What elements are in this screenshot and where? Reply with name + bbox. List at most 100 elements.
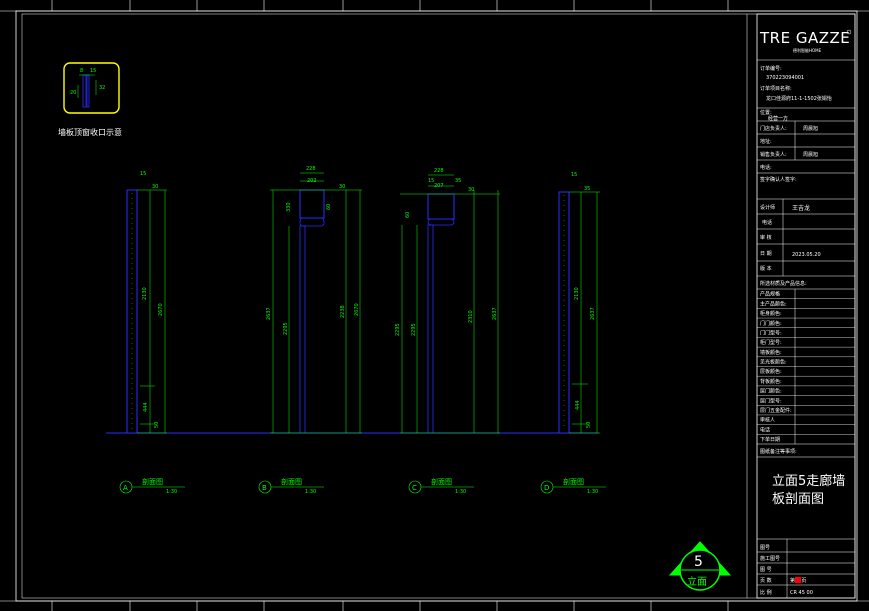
caption-a-title: 剖面图	[142, 477, 163, 486]
logo-text: TRE GAZZE	[759, 29, 850, 47]
caption-b-scale: 1:30	[305, 489, 316, 495]
material-label: 墙板颜色:	[760, 349, 782, 356]
material-label: 产品规格	[760, 291, 780, 298]
elevation-marker: 5 立面	[668, 541, 732, 591]
dim-c-228: 228	[434, 168, 444, 174]
caption-a-letter: A	[123, 484, 128, 492]
dim-d-444: 444	[575, 400, 581, 410]
phone2-label: 电话	[762, 219, 772, 226]
detail-dim-1: 8	[80, 68, 83, 74]
dim-b-228: 228	[306, 166, 316, 172]
dim-b-2238: 2238	[340, 305, 346, 318]
review-label: 审 核	[760, 234, 772, 241]
project-label: 订单项目名称:	[760, 85, 792, 92]
dim-b-2670: 2670	[354, 303, 360, 316]
bottom-label-1: 图号	[760, 545, 770, 551]
client-label: 经营一方	[768, 115, 788, 122]
dim-a-2670: 2670	[158, 303, 164, 316]
caption-d-title: 剖面图	[563, 477, 584, 486]
dim-c-15: 15	[428, 178, 434, 184]
material-label: 审核人	[760, 417, 775, 424]
inner-frame	[21, 13, 856, 599]
section-a: 15 30 2130 2670 444 50	[126, 171, 167, 434]
project-value: 龙口佳源府11-1-1502张娟怡	[766, 95, 832, 102]
sheet-label: 页 数	[760, 577, 772, 584]
caption-b-letter: B	[262, 484, 267, 492]
drawing-title-line1: 立面5走廊墙	[772, 473, 845, 489]
elevation-marker-number: 5	[694, 554, 703, 570]
elevation-marker-label: 立面	[687, 575, 707, 588]
material-label: 背板颜色:	[760, 378, 782, 385]
dim-c-2295a: 2295	[395, 323, 401, 336]
section-caption-a: A 剖面图 1:30	[119, 477, 185, 495]
material-rows	[757, 298, 855, 435]
material-label: 柜身颜色:	[760, 310, 782, 317]
dim-c-60: 60	[405, 212, 411, 218]
caption-c-letter: C	[412, 484, 417, 492]
post-b	[299, 225, 306, 434]
store-label: 门店负责人:	[760, 125, 787, 132]
designer-value: 王吉龙	[792, 204, 810, 212]
caption-c-scale: 1:30	[455, 489, 466, 495]
dim-c-2295b: 2295	[411, 323, 417, 336]
order-no-value: 370223094001	[766, 75, 804, 81]
header-box-b	[299, 189, 325, 219]
dim-a-444: 444	[143, 402, 149, 412]
title-block: TRE GAZZE 德利智能HOME 订单编号: 370223094001 订单…	[746, 13, 856, 599]
dim-d-35: 35	[584, 186, 590, 192]
material-label: 主产品颜色:	[760, 300, 787, 307]
header-cap-b	[299, 217, 325, 227]
caption-b-title: 剖面图	[281, 477, 302, 486]
address-label: 地址:	[760, 138, 772, 145]
dim-b-2295: 2295	[283, 322, 289, 335]
drawing-frame	[15, 10, 858, 602]
header-cap-c	[427, 218, 455, 226]
date-value: 2023.05.20	[792, 252, 821, 258]
post-c	[427, 224, 434, 434]
dim-a-50: 50	[154, 422, 160, 428]
sheet-number-highlight	[795, 577, 801, 583]
dim-d-15: 15	[571, 172, 577, 178]
version-label: 版 本	[760, 265, 772, 272]
dim-b-60: 60	[326, 204, 332, 210]
location-label: 位置:	[760, 109, 772, 116]
detail-inset: 8 15 20 32 墙板顶窗收口示意	[58, 62, 122, 137]
logo-subtitle: 德利智能HOME	[793, 47, 822, 53]
dim-d-2130: 2130	[574, 287, 580, 300]
dim-b-30: 30	[339, 184, 345, 190]
sales-label: 销售负责人:	[760, 151, 787, 158]
dim-c-2310: 2310	[468, 310, 474, 323]
header-box-c	[427, 193, 455, 220]
scale-label: 比 例	[760, 589, 772, 596]
wall-panel-d	[558, 191, 570, 434]
material-label: 门门颜色:	[760, 320, 782, 327]
cad-drawing-canvas: TRE GAZZE 德利智能HOME 订单编号: 370223094001 订单…	[0, 0, 869, 611]
dim-c-2637: 2637	[492, 307, 498, 320]
material-labels: 产品规格主产品颜色: 柜身颜色: 门门颜色: 门门型号: 柜门型号: 墙板颜色: 见光板颜色…	[760, 291, 792, 443]
material-label: 电话	[760, 426, 770, 433]
signature-label: 签字确认人签字:	[760, 176, 797, 183]
scale-value: CR 45 00	[790, 590, 813, 596]
bottom-ruler	[0, 600, 869, 611]
dim-b-2637: 2637	[266, 307, 272, 320]
store-value: 周晨旭	[803, 125, 818, 132]
section-d: 15 35 2130 2637 444 50	[558, 172, 600, 434]
bottom-label-3: 图 号	[760, 567, 772, 573]
material-label: 下单日期	[760, 436, 780, 443]
section-caption-c: C 剖面图 1:30	[408, 477, 474, 495]
detail-dim-4: 32	[99, 85, 105, 91]
sales-value: 周晨旭	[803, 151, 818, 158]
dim-d-50: 50	[586, 422, 592, 428]
dim-a-top: 15	[140, 171, 146, 177]
dim-c-35: 35	[455, 178, 461, 184]
material-label: 见光板颜色:	[760, 359, 787, 366]
detail-caption: 墙板顶窗收口示意	[58, 127, 122, 137]
top-ruler	[0, 0, 869, 12]
dim-a-30: 30	[152, 184, 158, 190]
dim-a-2130: 2130	[142, 287, 148, 300]
phone-label: 电话:	[760, 164, 772, 171]
material-label: 层门颜色:	[760, 388, 782, 395]
caption-d-scale: 1:30	[587, 489, 598, 495]
order-no-label: 订单编号:	[760, 65, 782, 72]
material-label: 柜门型号:	[760, 339, 782, 346]
